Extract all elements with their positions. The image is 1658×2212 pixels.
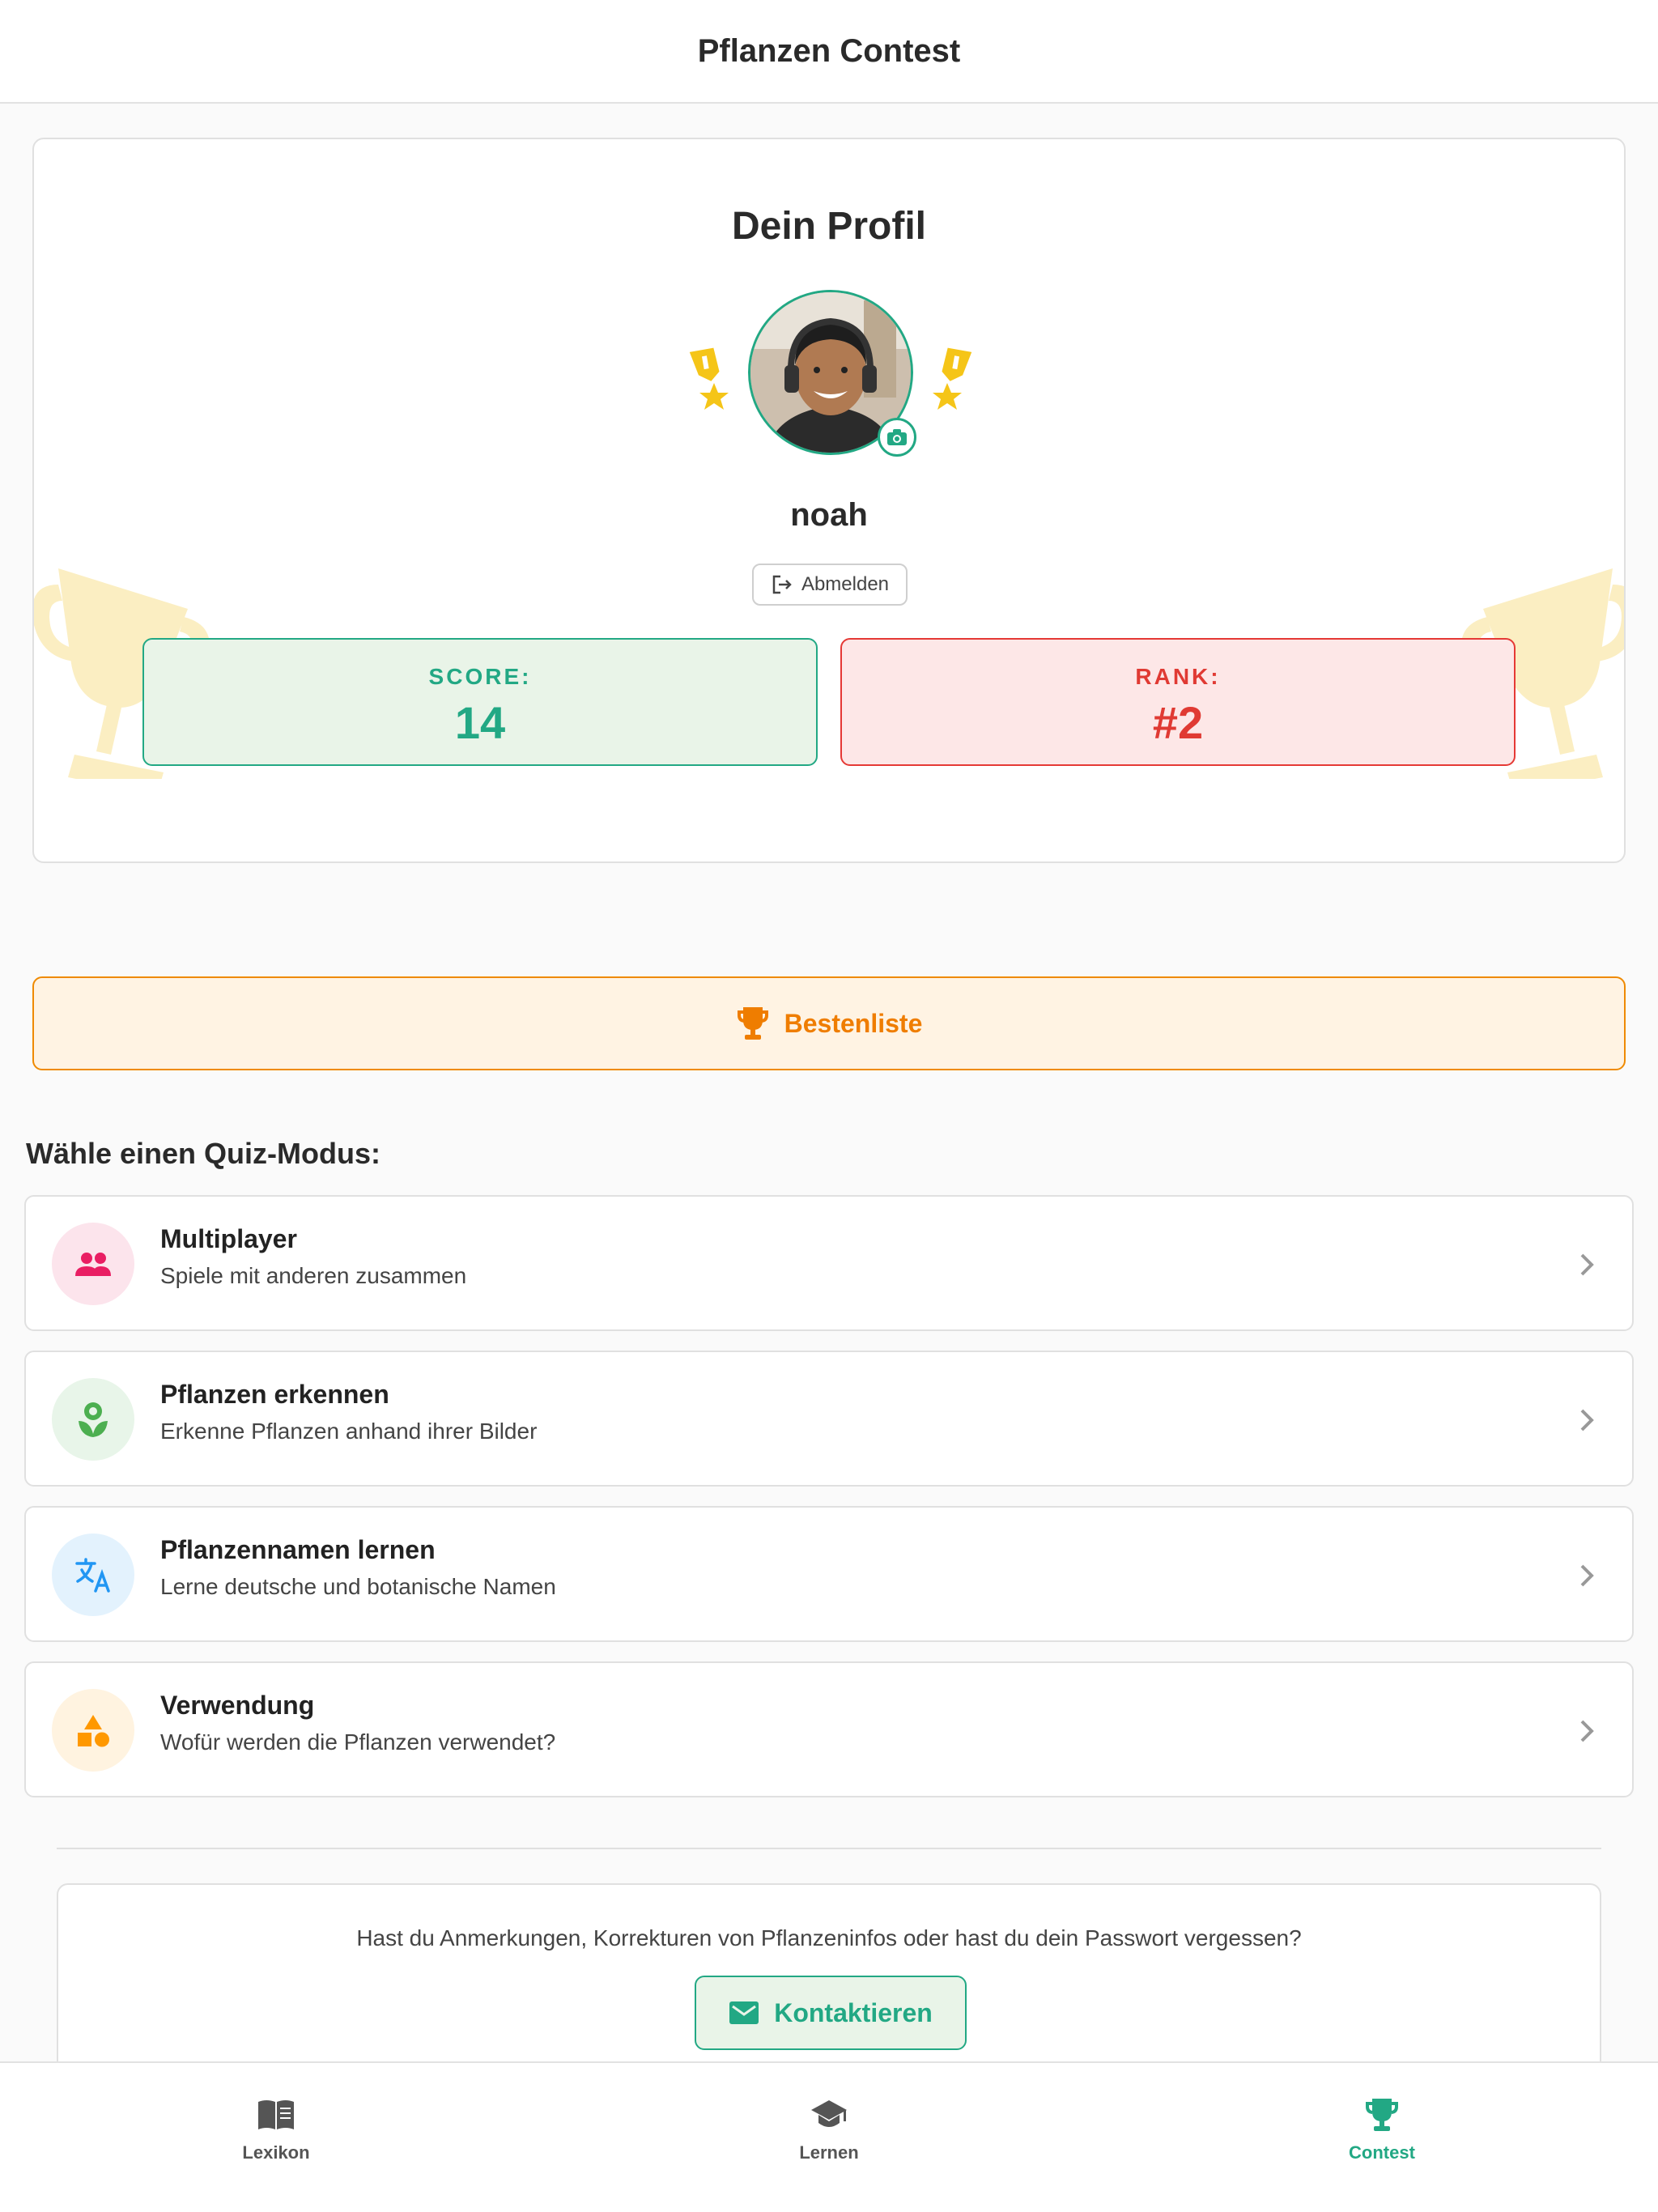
profile-title: Dein Profil (731, 205, 927, 248)
quiz-mode-multiplayer[interactable]: Multiplayer Spiele mit anderen zusammen (24, 1195, 1634, 1331)
logout-label: Abmelden (801, 573, 890, 595)
chevron-right-icon (1580, 1409, 1594, 1431)
contact-button-label: Kontaktieren (774, 1997, 933, 2027)
tab-lernen[interactable]: Lernen (553, 2063, 1105, 2212)
flower-icon (52, 1378, 134, 1461)
leaderboard-button[interactable]: Bestenliste (32, 976, 1626, 1070)
username: noah (790, 497, 868, 533)
page-title: Pflanzen Contest (697, 32, 961, 69)
score-box: SCORE: 14 (142, 638, 818, 766)
medal-icon (689, 347, 729, 410)
mail-icon (729, 2001, 759, 2024)
quiz-mode-title: Multiplayer (160, 1224, 297, 1253)
quiz-mode-subtitle: Wofür werden die Pflanzen verwendet? (160, 1729, 556, 1755)
quiz-mode-subtitle: Spiele mit anderen zusammen (160, 1263, 467, 1288)
rank-box: RANK: #2 (840, 638, 1516, 766)
app-header: Pflanzen Contest (0, 0, 1658, 104)
quiz-mode-title: Pflanzennamen lernen (160, 1535, 436, 1564)
logout-icon (772, 575, 792, 594)
tab-lexikon[interactable]: Lexikon (0, 2063, 552, 2212)
quiz-mode-title: Pflanzen erkennen (160, 1380, 389, 1409)
camera-icon[interactable] (878, 418, 916, 457)
graduation-cap-icon (811, 2100, 847, 2127)
rank-value: #2 (1152, 697, 1204, 748)
tab-contest[interactable]: Contest (1106, 2063, 1658, 2212)
avatar-container[interactable] (748, 290, 916, 457)
medal-icon (933, 347, 972, 410)
tab-label: Contest (1349, 2142, 1415, 2163)
bottom-tab-bar: Lexikon Lernen Contest (0, 2061, 1658, 2212)
quiz-mode-subtitle: Erkenne Pflanzen anhand ihrer Bilder (160, 1419, 538, 1444)
trophy-icon (1366, 2099, 1398, 2131)
logout-button[interactable]: Abmelden (752, 564, 908, 606)
chevron-right-icon (1580, 1720, 1594, 1742)
quiz-mode-pflanzennamen-lernen[interactable]: Pflanzennamen lernen Lerne deutsche und … (24, 1506, 1634, 1642)
score-value: 14 (454, 697, 506, 748)
shapes-icon (52, 1689, 134, 1772)
quiz-mode-verwendung[interactable]: Verwendung Wofür werden die Pflanzen ver… (24, 1661, 1634, 1797)
quiz-section-title: Wähle einen Quiz-Modus: (26, 1137, 380, 1170)
profile-card: Dein Profil noah Abmelden SCORE: 14 RANK… (32, 138, 1626, 863)
contact-button[interactable]: Kontaktieren (695, 1976, 967, 2050)
rank-label: RANK: (1135, 664, 1221, 689)
quiz-mode-pflanzen-erkennen[interactable]: Pflanzen erkennen Erkenne Pflanzen anhan… (24, 1351, 1634, 1487)
trophy-icon (737, 1007, 768, 1040)
chevron-right-icon (1580, 1253, 1594, 1276)
contact-text: Hast du Anmerkungen, Korrekturen von Pfl… (356, 1925, 1302, 1950)
divider (57, 1848, 1601, 1849)
tab-label: Lexikon (242, 2142, 310, 2163)
quiz-mode-title: Verwendung (160, 1691, 315, 1720)
translate-icon (52, 1534, 134, 1616)
tab-label: Lernen (799, 2142, 859, 2163)
chevron-right-icon (1580, 1564, 1594, 1587)
quiz-mode-subtitle: Lerne deutsche und botanische Namen (160, 1574, 556, 1599)
leaderboard-label: Bestenliste (784, 1008, 923, 1038)
group-icon (52, 1223, 134, 1305)
score-label: SCORE: (428, 664, 532, 689)
book-icon (258, 2100, 294, 2129)
